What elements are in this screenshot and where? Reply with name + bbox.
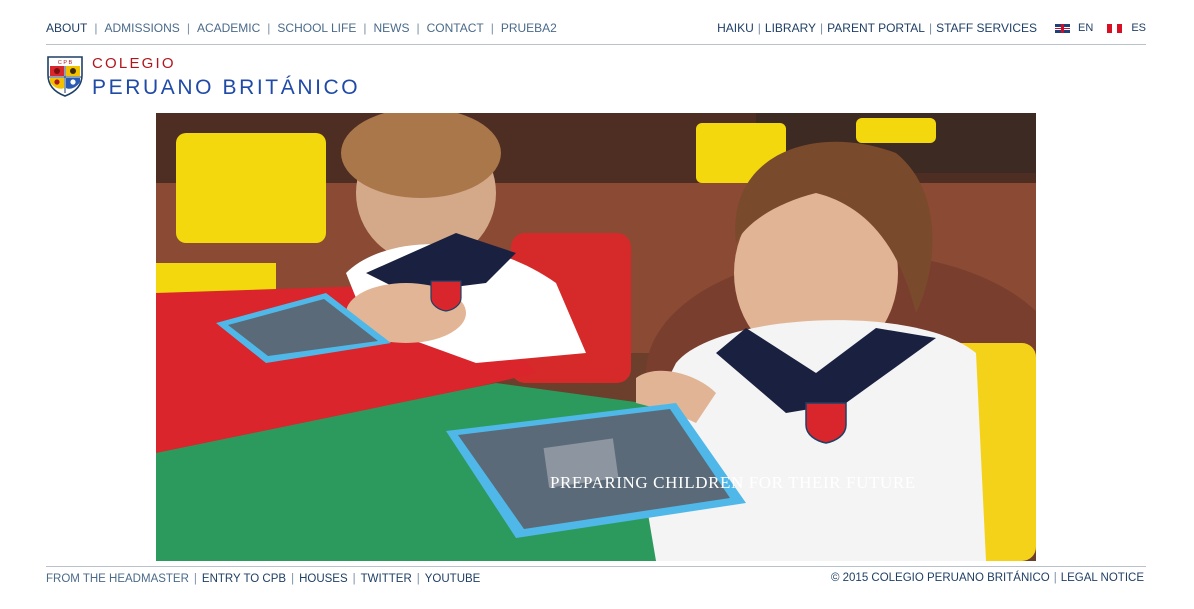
nav-separator: |: [820, 21, 824, 35]
footer-headmaster-link[interactable]: FROM THE HEADMASTER: [46, 573, 189, 585]
legal-notice-link[interactable]: LEGAL NOTICE: [1061, 572, 1144, 584]
school-crest-icon: C P B: [47, 56, 83, 97]
copyright-text: © 2015 COLEGIO PERUANO BRITÁNICO: [830, 572, 1050, 584]
nav-separator: |: [490, 21, 494, 35]
lang-es-link[interactable]: ES: [1131, 22, 1146, 34]
uk-flag-icon[interactable]: [1055, 23, 1071, 33]
footer-twitter-link[interactable]: TWITTER: [361, 573, 412, 585]
footer-nav: FROM THE HEADMASTER | ENTRY TO CPB | HOUSES |…: [46, 573, 480, 585]
page: ABOUT | ADMISSIONS | ACADEMIC | SCHOOL LIFE | NE…: [0, 0, 1194, 609]
nav-library[interactable]: LIBRARY: [765, 21, 816, 35]
footer-separator: |: [1053, 572, 1057, 584]
nav-school-life[interactable]: SCHOOL LIFE: [277, 21, 356, 35]
hero-photo: [156, 113, 1036, 561]
nav-parent-portal[interactable]: PARENT PORTAL: [827, 21, 925, 35]
nav-separator: |: [363, 21, 367, 35]
hero-banner[interactable]: PREPARING CHILDREN FOR THEIR FUTURE: [156, 113, 1036, 561]
footer-divider: [46, 566, 1146, 567]
nav-haiku[interactable]: HAIKU: [717, 21, 754, 35]
nav-about[interactable]: ABOUT: [46, 21, 87, 35]
logo-line-colegio: COLEGIO: [92, 55, 176, 72]
nav-news[interactable]: NEWS: [373, 21, 409, 35]
crest-letters: C P B: [58, 60, 73, 66]
nav-staff-services[interactable]: STAFF SERVICES: [936, 21, 1037, 35]
lang-en-link[interactable]: EN: [1078, 22, 1093, 34]
nav-admissions[interactable]: ADMISSIONS: [104, 21, 179, 35]
peru-flag-icon[interactable]: [1107, 23, 1123, 33]
nav-separator: |: [928, 21, 933, 35]
footer-separator: |: [416, 573, 420, 585]
nav-separator: |: [757, 21, 761, 35]
main-nav: ABOUT | ADMISSIONS | ACADEMIC | SCHOOL LIFE | NE…: [46, 21, 557, 35]
nav-contact[interactable]: CONTACT: [427, 21, 484, 35]
footer-houses-link[interactable]: HOUSES: [299, 573, 348, 585]
nav-separator: |: [267, 21, 271, 35]
logo-line-name: PERUANO BRITÁNICO: [92, 76, 361, 99]
logo-wordmark: COLEGIO PERUANO BRITÁNICO: [92, 55, 360, 98]
nav-separator: |: [416, 21, 420, 35]
nav-academic[interactable]: ACADEMIC: [197, 21, 260, 35]
utility-nav: HAIKU | LIBRARY | PARENT PORTAL | STAFF SERVIC…: [717, 21, 1146, 35]
footer-separator: |: [193, 573, 197, 585]
language-switcher: EN ES: [1055, 22, 1146, 34]
header-divider: [46, 44, 1146, 45]
school-logo[interactable]: C P B COLEGIO PERUANO BRITÁNICO: [46, 55, 360, 98]
nav-separator: |: [186, 21, 190, 35]
footer-separator: |: [291, 573, 295, 585]
nav-separator: |: [94, 21, 98, 35]
nav-prueba2[interactable]: PRUEBA2: [501, 21, 557, 35]
footer-separator: |: [352, 573, 356, 585]
footer-entry-link[interactable]: ENTRY TO CPB: [202, 573, 286, 585]
footer-legal: © 2015 COLEGIO PERUANO BRITÁNICO | LEGAL N…: [831, 572, 1144, 584]
footer-youtube-link[interactable]: YOUTUBE: [425, 573, 481, 585]
hero-caption: PREPARING CHILDREN FOR THEIR FUTURE: [550, 473, 916, 492]
